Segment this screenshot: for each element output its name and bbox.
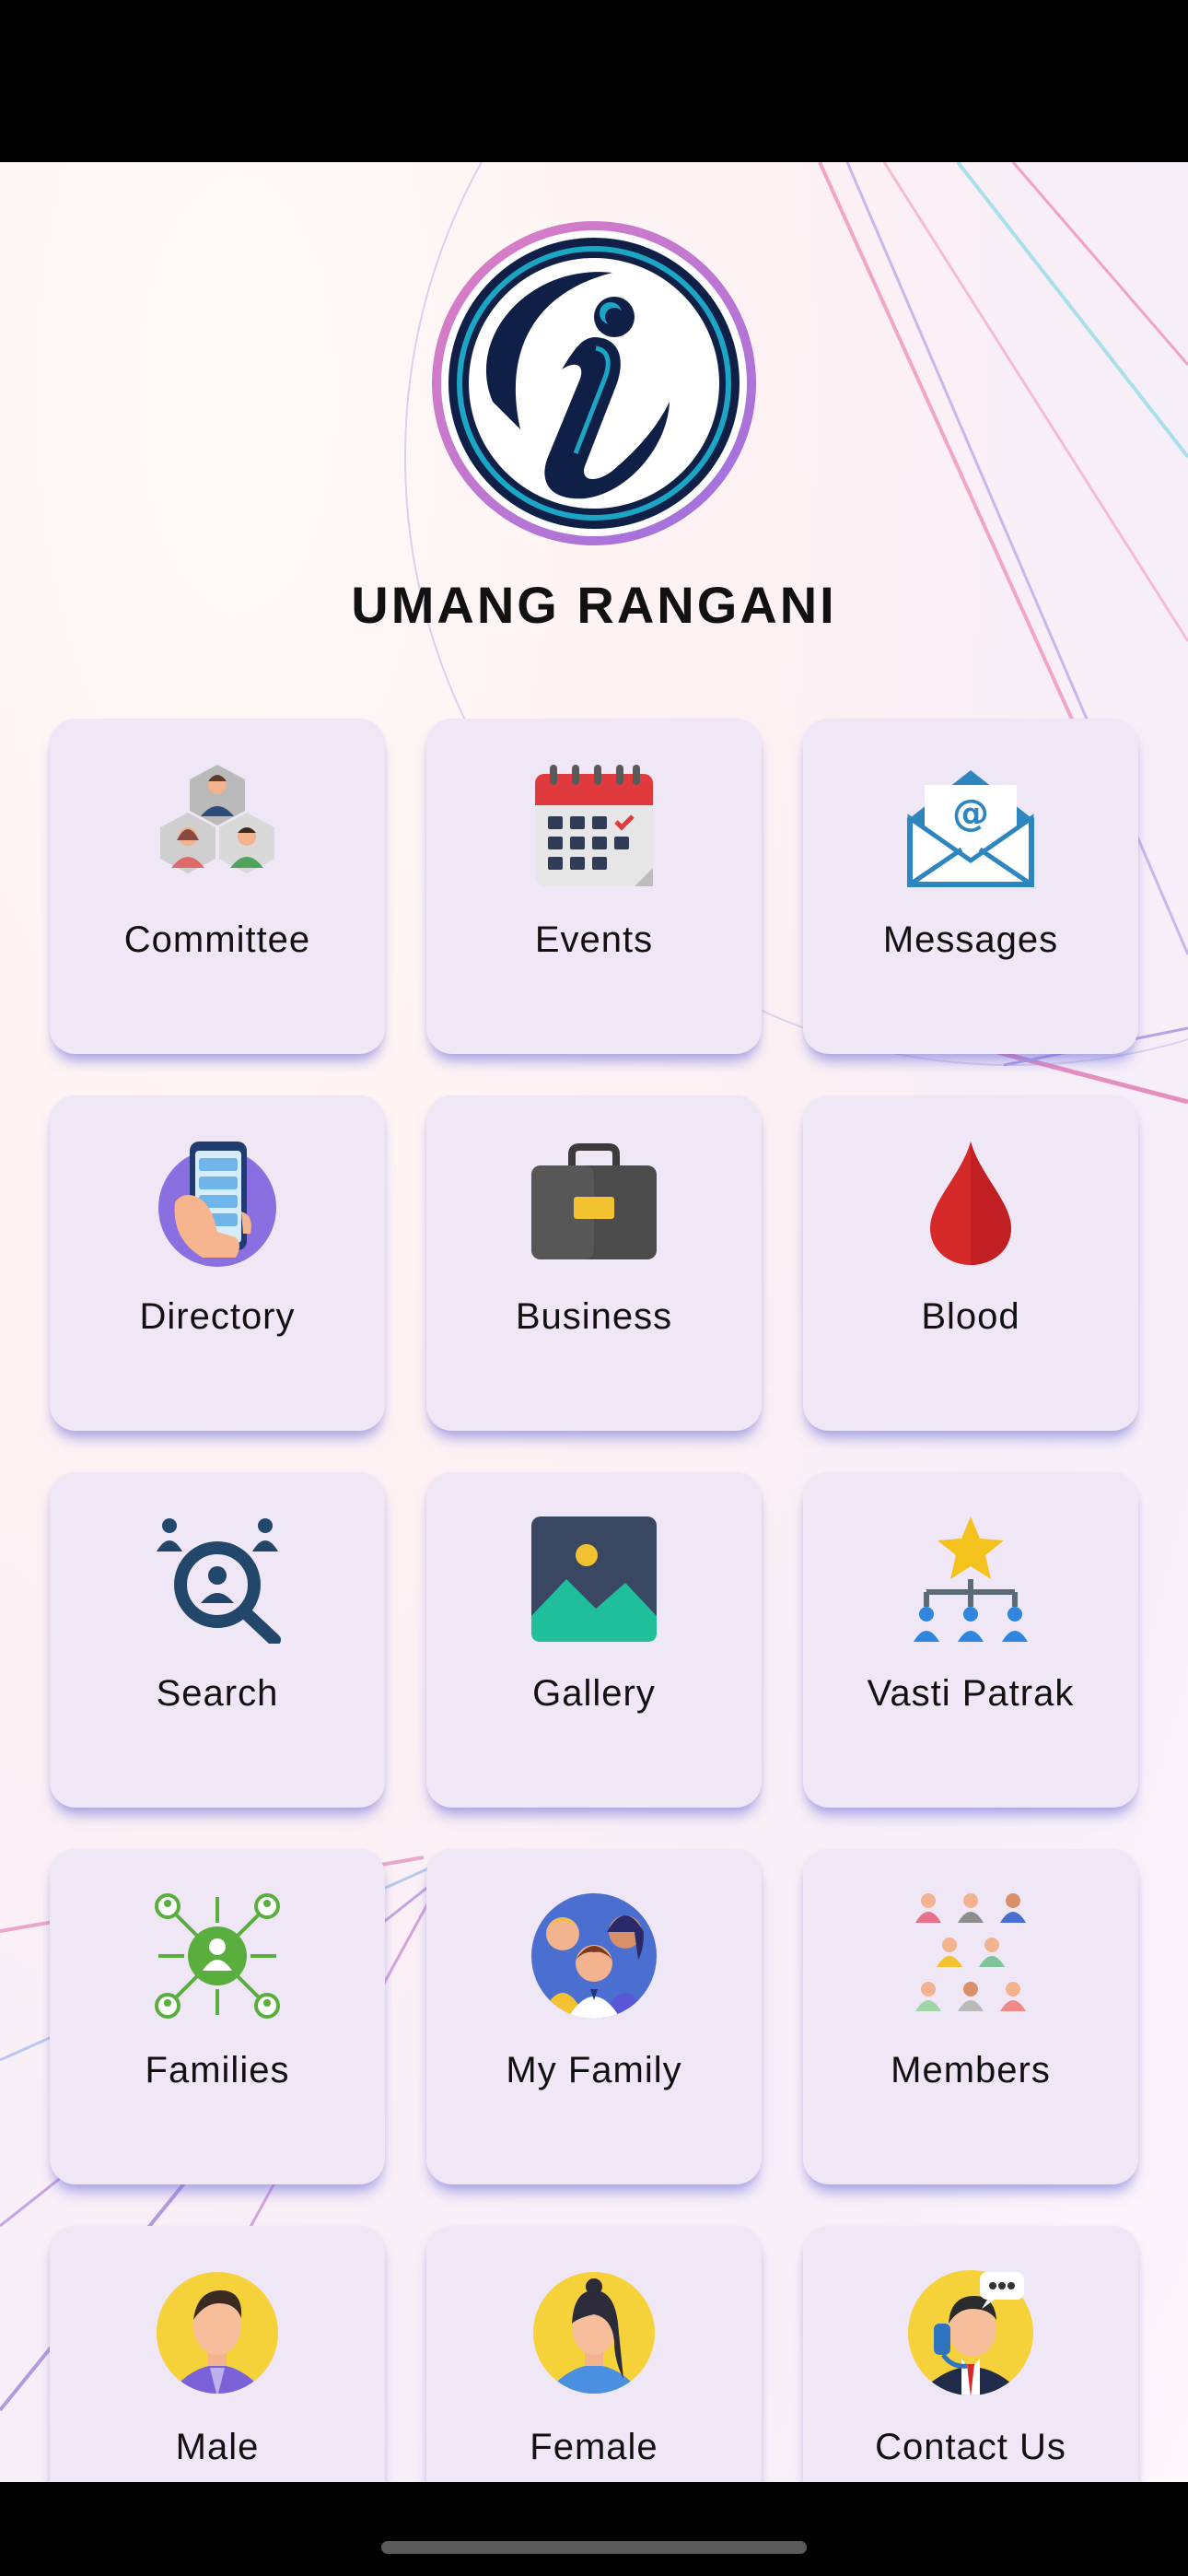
female-label: Female [530,2427,658,2467]
families-tile[interactable]: Families [50,1849,385,2184]
network-people-icon [153,1891,282,2020]
contact-us-label: Contact Us [875,2427,1066,2467]
blood-tile[interactable]: Blood [803,1095,1138,1431]
committee-label: Committee [123,919,311,960]
families-label: Families [145,2050,290,2090]
members-grid-icon [906,1891,1035,2020]
committee-icon [153,761,282,890]
home-indicator[interactable] [381,2541,807,2554]
events-label: Events [534,919,654,960]
family-group-icon [530,1891,658,2020]
app-title: UMANG RANGANI [351,576,837,634]
support-agent-icon [906,2268,1035,2397]
members-label: Members [891,2050,1051,2090]
male-tile[interactable]: Male [50,2226,385,2482]
search-label: Search [156,1673,279,1714]
committee-tile[interactable]: Committee [50,719,385,1054]
vasti-patrak-label: Vasti Patrak [867,1673,1075,1714]
hierarchy-star-icon [906,1515,1035,1644]
search-tile[interactable]: Search [50,1472,385,1808]
messages-tile[interactable]: @ Messages [803,719,1138,1054]
email-icon: @ [906,761,1035,890]
gallery-label: Gallery [532,1673,656,1714]
people-search-icon [153,1515,282,1644]
blood-label: Blood [921,1296,1020,1337]
phone-directory-icon [153,1138,282,1267]
male-avatar-icon [153,2268,282,2397]
events-tile[interactable]: Events [426,719,762,1054]
svg-text:@: @ [952,792,989,835]
status-bar [0,0,1188,162]
female-tile[interactable]: Female [426,2226,762,2482]
contact-us-tile[interactable]: Contact Us [803,2226,1138,2482]
directory-tile[interactable]: Directory [50,1095,385,1431]
my-family-tile[interactable]: My Family [426,1849,762,2184]
directory-label: Directory [139,1296,296,1337]
image-gallery-icon [530,1515,658,1644]
female-avatar-icon [530,2268,658,2397]
app-logo [428,217,760,549]
calendar-icon [530,761,658,890]
briefcase-icon [530,1138,658,1267]
business-label: Business [515,1296,673,1337]
gallery-tile[interactable]: Gallery [426,1472,762,1808]
my-family-label: My Family [506,2050,682,2090]
male-label: Male [175,2427,260,2467]
home-indicator-area [0,2482,1188,2576]
business-tile[interactable]: Business [426,1095,762,1431]
home-screen: UMANG RANGANI Committee Events @ Message… [0,162,1188,2482]
vasti-patrak-tile[interactable]: Vasti Patrak [803,1472,1138,1808]
blood-drop-icon [906,1138,1035,1267]
members-tile[interactable]: Members [803,1849,1138,2184]
messages-label: Messages [882,919,1059,960]
